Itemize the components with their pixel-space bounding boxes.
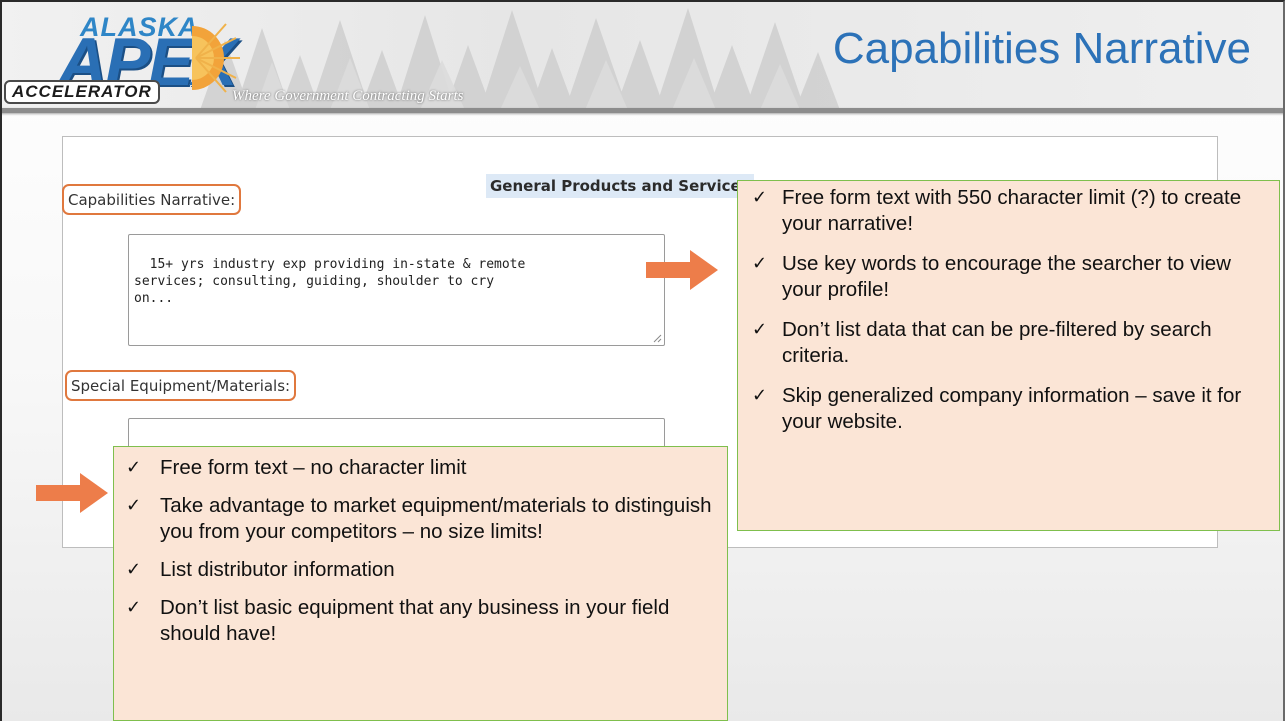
- checkmark-icon: ✓: [752, 319, 768, 340]
- arrow-right-icon: [36, 473, 108, 513]
- tip-item: ✓ Skip generalized company information – …: [752, 384, 1242, 433]
- tagline: Where Government Contracting Starts: [232, 88, 464, 104]
- tip-item: ✓ List distributor information: [126, 558, 395, 581]
- tip-item: ✓ Take advantage to market equipment/mate…: [126, 494, 712, 543]
- slide-header: ALASKA APEX ACCELERATOR Where Government…: [0, 0, 1285, 110]
- capabilities-label: Capabilities Narrative:: [62, 184, 242, 215]
- tip-item: ✓ Don’t list data that can be pre-filtere…: [752, 318, 1212, 367]
- checkmark-icon: ✓: [126, 457, 142, 478]
- capabilities-textarea[interactable]: 15+ yrs industry exp providing in-state …: [128, 234, 665, 346]
- checkmark-icon: ✓: [752, 187, 768, 208]
- tip-item: ✓ Free form text – no character limit: [126, 456, 467, 479]
- logo-accelerator-text: ACCELERATOR: [4, 80, 160, 104]
- capabilities-text: 15+ yrs industry exp providing in-state …: [134, 257, 526, 306]
- tip-item: ✓ Use key words to encourage the searcher…: [752, 252, 1231, 301]
- checkmark-icon: ✓: [126, 559, 142, 580]
- sunburst-icon: [192, 23, 240, 93]
- page-title: Capabilities Narrative: [832, 24, 1251, 73]
- section-heading: General Products and Services: [486, 174, 754, 198]
- resize-grip-icon[interactable]: [653, 334, 662, 343]
- checkmark-icon: ✓: [752, 253, 768, 274]
- alaska-apex-logo: ALASKA APEX ACCELERATOR: [0, 0, 240, 110]
- checkmark-icon: ✓: [752, 385, 768, 406]
- equipment-label: Special Equipment/Materials:: [65, 370, 297, 401]
- arrow-right-icon: [646, 250, 718, 290]
- equipment-tips-callout: ✓ Free form text – no character limit ✓ Ta…: [113, 446, 728, 721]
- checkmark-icon: ✓: [126, 495, 142, 516]
- checkmark-icon: ✓: [126, 597, 142, 618]
- tip-item: ✓ Don’t list basic equipment that any bus…: [126, 596, 670, 645]
- header-divider: [0, 108, 1285, 113]
- capabilities-tips-callout: ✓ Free form text with 550 character limit…: [737, 180, 1280, 531]
- tip-item: ✓ Free form text with 550 character limit…: [752, 186, 1242, 235]
